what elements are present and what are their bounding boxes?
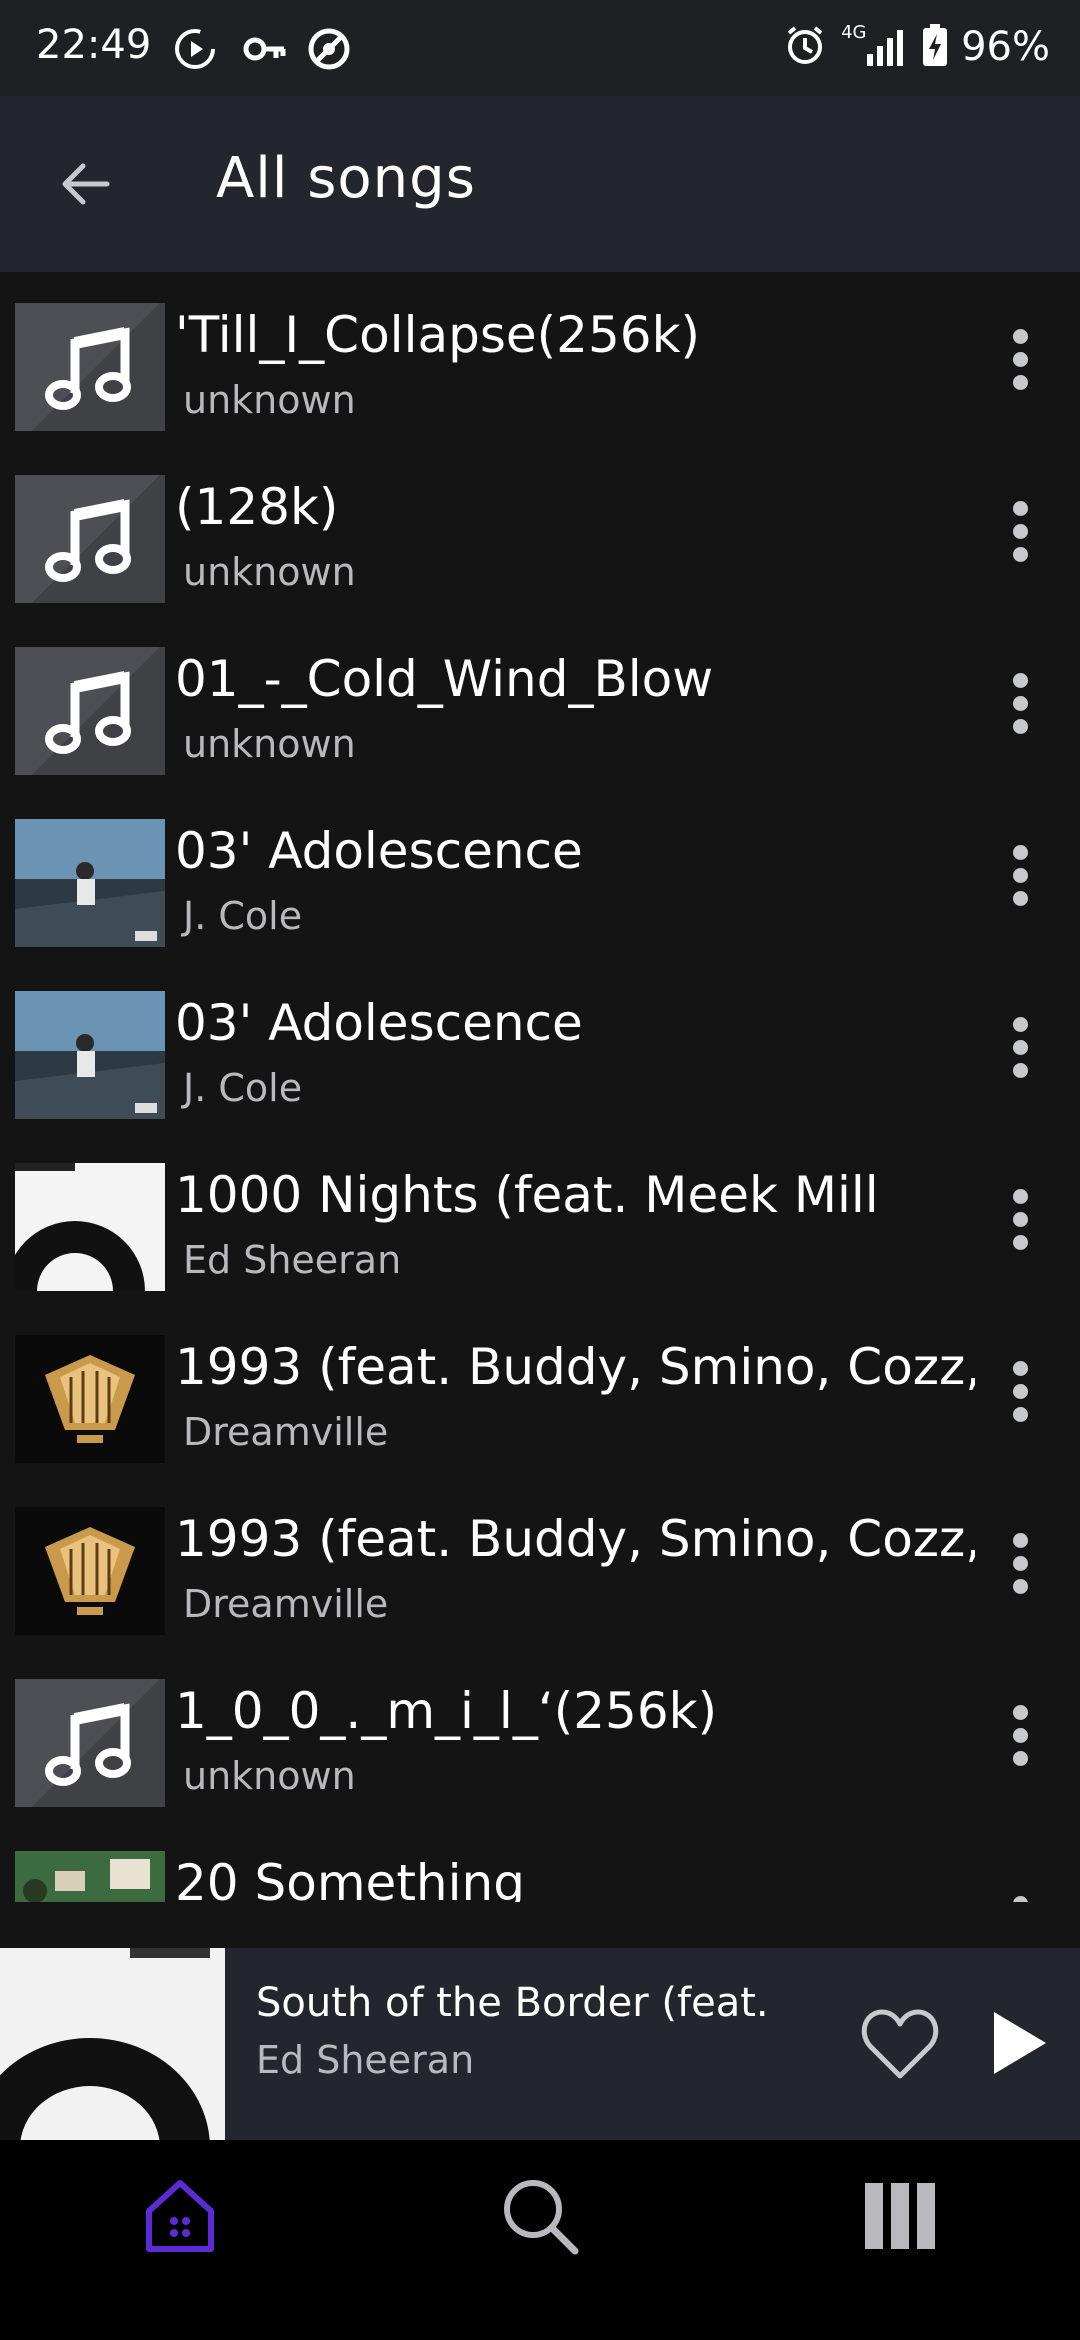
replay-icon — [172, 26, 218, 76]
song-row[interactable]: 1_0_0_._m_i_l_‘(256k) unknown — [0, 1648, 1080, 1820]
play-button[interactable] — [990, 2008, 1050, 2082]
album-art — [15, 991, 165, 1119]
more-options-button[interactable] — [1000, 324, 1040, 404]
song-title: 1000 Nights (feat. Meek Mill — [175, 1166, 879, 1224]
more-options-button[interactable] — [1000, 1012, 1040, 1092]
status-right: 4G 96% — [783, 22, 1050, 72]
song-row[interactable]: (128k) unknown — [0, 444, 1080, 616]
song-title: 'Till_I_Collapse(256k) — [175, 306, 701, 364]
song-title: 1_0_0_._m_i_l_‘(256k) — [175, 1682, 718, 1740]
music-note-placeholder-icon — [15, 1679, 165, 1807]
song-artist: Dreamville — [183, 1582, 389, 1626]
song-title: 1993 (feat. Buddy, Smino, Cozz, — [175, 1510, 975, 1568]
song-row[interactable]: 03' Adolescence J. Cole — [0, 788, 1080, 960]
now-playing-title: South of the Border (feat. — [256, 1980, 769, 2026]
alarm-icon — [783, 23, 827, 71]
more-options-button[interactable] — [1000, 1184, 1040, 1264]
music-note-placeholder-icon — [15, 303, 165, 431]
more-options-button[interactable] — [1000, 668, 1040, 748]
song-artist: J. Cole — [183, 1066, 303, 1110]
battery-charging-icon — [921, 22, 949, 72]
now-playing-album-art — [0, 1948, 225, 2140]
song-artist: unknown — [183, 550, 356, 594]
app-bar: All songs — [0, 96, 1080, 272]
more-options-button[interactable] — [1000, 1356, 1040, 1436]
nav-search[interactable] — [490, 2166, 590, 2266]
battery-percentage: 96% — [961, 24, 1050, 70]
back-button[interactable] — [50, 144, 120, 224]
song-title: 03' Adolescence — [175, 822, 583, 880]
song-artist: J. Cole — [183, 894, 303, 938]
more-options-button[interactable] — [1000, 1872, 1040, 1902]
song-title: 01_-_Cold_Wind_Blow — [175, 650, 714, 708]
song-title: 1993 (feat. Buddy, Smino, Cozz, — [175, 1338, 975, 1396]
music-note-placeholder-icon — [15, 475, 165, 603]
song-artist: Ed Sheeran — [183, 1238, 402, 1282]
signal-icon: 4G — [839, 22, 909, 70]
status-bar: 22:49 4G 96% — [0, 0, 1080, 96]
song-row[interactable]: 20 Something — [0, 1820, 1080, 1902]
now-playing-bar[interactable]: South of the Border (feat. Ed Sheeran — [0, 1948, 1080, 2140]
library-icon — [865, 2183, 935, 2249]
album-art — [15, 1163, 165, 1291]
song-title: 20 Something — [175, 1854, 525, 1902]
more-options-button[interactable] — [1000, 496, 1040, 576]
song-row[interactable]: 1993 (feat. Buddy, Smino, Cozz, Dreamvil… — [0, 1476, 1080, 1648]
key-icon — [242, 26, 288, 76]
album-art — [15, 1335, 165, 1463]
song-row[interactable]: 03' Adolescence J. Cole — [0, 960, 1080, 1132]
more-options-button[interactable] — [1000, 1528, 1040, 1608]
search-icon — [504, 2180, 579, 2255]
more-options-button[interactable] — [1000, 840, 1040, 920]
favorite-button[interactable] — [860, 2006, 940, 2086]
arrow-left-icon — [62, 163, 110, 205]
status-time: 22:49 — [36, 22, 152, 68]
page-title: All songs — [216, 146, 476, 211]
play-icon — [994, 2012, 1046, 2074]
song-row[interactable]: 01_-_Cold_Wind_Blow unknown — [0, 616, 1080, 788]
music-note-placeholder-icon — [15, 647, 165, 775]
song-artist: Dreamville — [183, 1410, 389, 1454]
song-artist: unknown — [183, 722, 356, 766]
bottom-navigation — [0, 2140, 1080, 2340]
song-title: 03' Adolescence — [175, 994, 583, 1052]
song-title: (128k) — [175, 478, 339, 536]
data-saver-icon — [306, 26, 352, 76]
song-artist: unknown — [183, 1754, 356, 1798]
song-list[interactable]: 'Till_I_Collapse(256k) unknown (128k) un… — [0, 272, 1080, 1902]
song-row[interactable]: 1993 (feat. Buddy, Smino, Cozz, Dreamvil… — [0, 1304, 1080, 1476]
nav-library[interactable] — [850, 2166, 950, 2266]
album-art — [15, 1851, 165, 1902]
nav-home[interactable] — [130, 2166, 230, 2266]
heart-outline-icon — [861, 2009, 939, 2079]
album-art — [15, 1507, 165, 1635]
song-row[interactable]: 'Till_I_Collapse(256k) unknown — [0, 272, 1080, 444]
more-options-button[interactable] — [1000, 1700, 1040, 1780]
now-playing-artist: Ed Sheeran — [256, 2038, 475, 2082]
song-row[interactable]: 1000 Nights (feat. Meek Mill Ed Sheeran — [0, 1132, 1080, 1304]
home-icon — [146, 2180, 214, 2252]
song-artist: unknown — [183, 378, 356, 422]
album-art — [15, 819, 165, 947]
